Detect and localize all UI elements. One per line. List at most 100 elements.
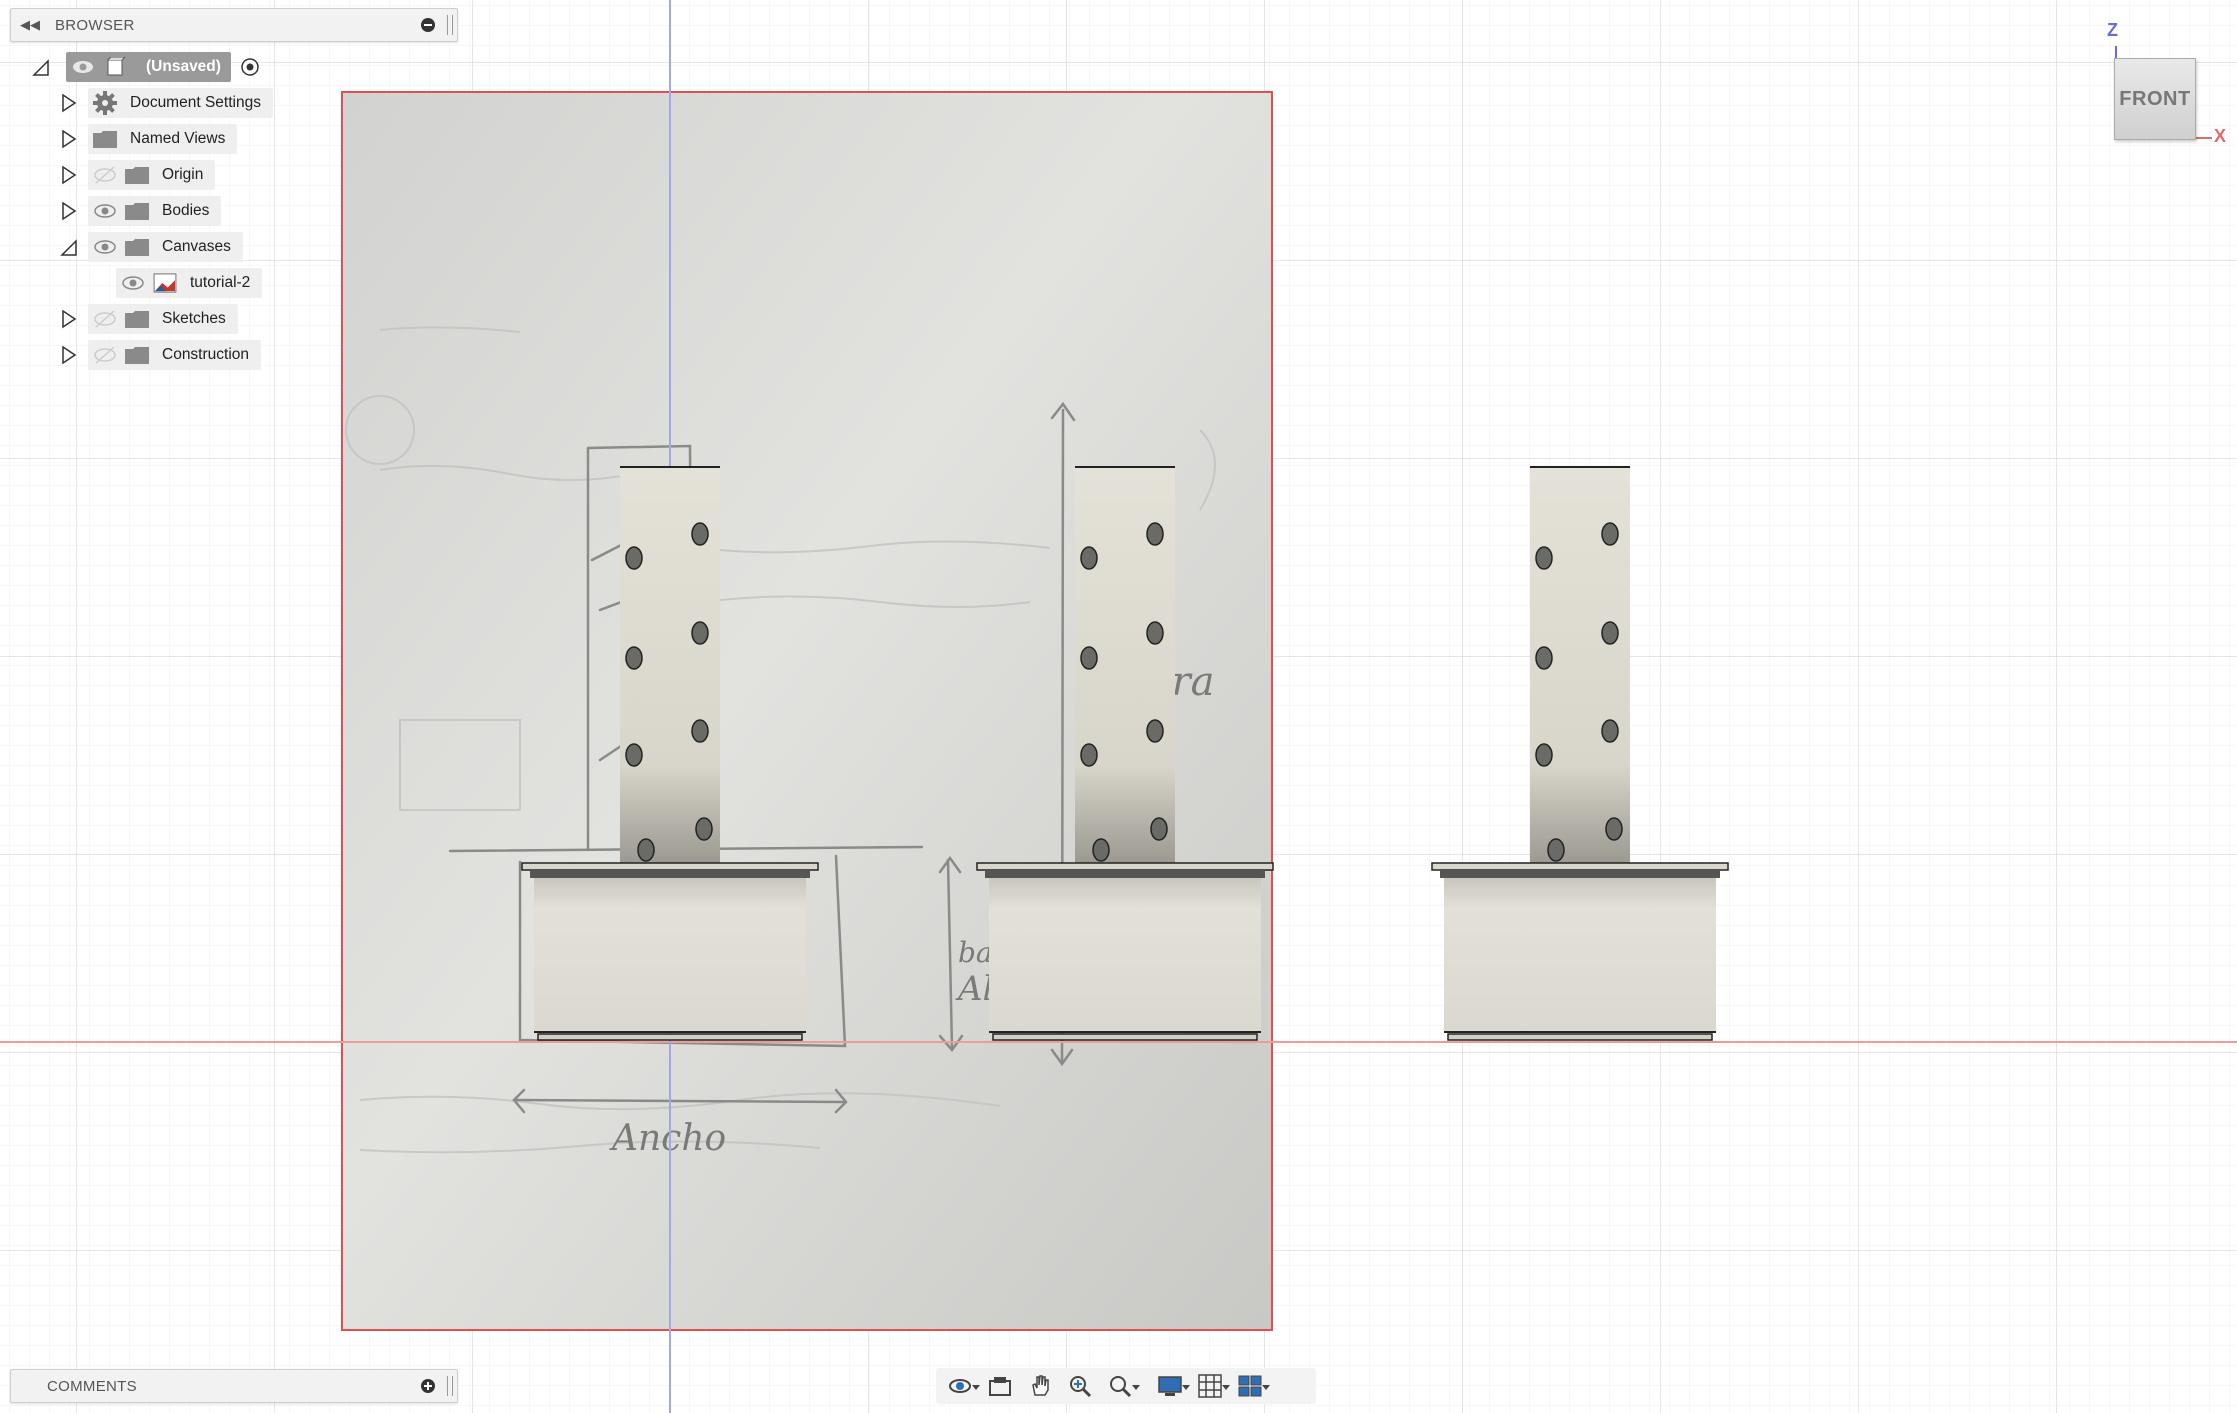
- folder-icon: [125, 167, 149, 184]
- hole: [1601, 719, 1619, 743]
- folder-icon: [125, 203, 149, 220]
- folder-icon: [125, 311, 149, 328]
- minimize-panel-icon[interactable]: [421, 18, 435, 32]
- tree-item-bodies[interactable]: Bodies: [60, 195, 222, 227]
- collapse-panel-icon[interactable]: ◀◀: [17, 17, 43, 33]
- tree-item-origin[interactable]: Origin: [60, 159, 216, 191]
- base-lid-shadow: [530, 870, 810, 878]
- visibility-eye-icon[interactable]: [92, 201, 118, 221]
- tree-item-named-views[interactable]: Named Views: [60, 123, 238, 155]
- bodies-node[interactable]: Bodies: [88, 196, 222, 226]
- display-settings-button[interactable]: [1150, 1370, 1190, 1402]
- tree-item-label: tutorial-2: [190, 274, 251, 291]
- view-cube-face-label: FRONT: [2119, 87, 2191, 110]
- collapse-arrow-icon[interactable]: [60, 237, 78, 257]
- document-settings-node[interactable]: Document Settings: [88, 88, 273, 118]
- panel-resize-grip-icon[interactable]: [447, 1376, 453, 1396]
- design-viewport[interactable]: Altura base Alt/3 Ancho: [0, 0, 2237, 1413]
- visibility-eye-icon[interactable]: [120, 273, 146, 293]
- comments-panel-header[interactable]: COMMENTS: [10, 1369, 458, 1403]
- hole: [625, 546, 643, 570]
- expand-arrow-icon[interactable]: [60, 93, 78, 113]
- expand-arrow-icon[interactable]: [60, 165, 78, 185]
- named-views-node[interactable]: Named Views: [88, 124, 238, 154]
- orbit-icon: [949, 1379, 971, 1393]
- tutorial-2-node[interactable]: tutorial-2: [116, 268, 263, 298]
- z-axis-label: Z: [2107, 20, 2118, 40]
- pan-button[interactable]: [1020, 1370, 1060, 1402]
- hole: [1547, 838, 1565, 862]
- gear-icon: [93, 91, 117, 115]
- tree-item-sketches[interactable]: Sketches: [60, 303, 238, 335]
- zoom-button[interactable]: [1060, 1370, 1100, 1402]
- origin-node[interactable]: Origin: [88, 160, 216, 190]
- hole: [1601, 522, 1619, 546]
- browser-panel-header[interactable]: ◀◀ BROWSER: [10, 8, 458, 42]
- look-at-icon: [989, 1377, 1011, 1396]
- hidden-eye-icon[interactable]: [92, 165, 118, 185]
- base-lid: [976, 862, 1274, 871]
- activate-radio-icon[interactable]: [239, 56, 261, 78]
- hidden-eye-icon[interactable]: [92, 345, 118, 365]
- hole: [1535, 546, 1553, 570]
- panel-resize-grip-icon[interactable]: [447, 15, 453, 35]
- navigation-toolbar: [936, 1368, 1316, 1404]
- tree-item-label: Canvases: [162, 238, 231, 255]
- base-cylinder: [989, 878, 1261, 1032]
- view-cube[interactable]: FRONT: [2114, 58, 2196, 140]
- canvases-node[interactable]: Canvases: [88, 232, 243, 262]
- tree-item-construction[interactable]: Construction: [60, 339, 262, 371]
- folder-icon: [125, 347, 149, 364]
- fit-icon: [1110, 1376, 1132, 1398]
- pan-icon: [1032, 1375, 1049, 1396]
- folder-icon: [93, 131, 117, 148]
- tree-item-canvases[interactable]: Canvases: [60, 231, 243, 263]
- hole: [1535, 646, 1553, 670]
- expand-arrow-icon[interactable]: [60, 129, 78, 149]
- base-foot: [992, 1033, 1258, 1041]
- tree-item-label: Document Settings: [130, 94, 261, 111]
- expand-arrow-icon[interactable]: [60, 309, 78, 329]
- canvas-image-icon: [153, 273, 177, 293]
- fit-button[interactable]: [1100, 1370, 1140, 1402]
- construction-node[interactable]: Construction: [88, 340, 262, 370]
- browser-title: BROWSER: [55, 16, 135, 34]
- base-foot: [1447, 1033, 1713, 1041]
- tree-root[interactable]: (Unsaved): [30, 51, 261, 83]
- visibility-eye-icon[interactable]: [70, 57, 96, 77]
- tree-item-tutorial-2[interactable]: tutorial-2: [116, 267, 263, 299]
- display-settings-icon: [1158, 1376, 1182, 1396]
- tree-item-document-settings[interactable]: Document Settings: [60, 87, 273, 119]
- hole: [1080, 646, 1098, 670]
- base-cylinder: [534, 878, 806, 1032]
- hole: [691, 719, 709, 743]
- hidden-eye-icon[interactable]: [92, 309, 118, 329]
- expand-arrow-icon[interactable]: [60, 345, 78, 365]
- tree-item-label: Origin: [162, 166, 204, 183]
- root-component[interactable]: (Unsaved): [66, 52, 231, 82]
- look-at-button[interactable]: [980, 1370, 1020, 1402]
- grid-settings-button[interactable]: [1190, 1370, 1230, 1402]
- hole: [625, 646, 643, 670]
- viewports-icon: [1238, 1375, 1262, 1397]
- x-axis-label: X: [2214, 126, 2227, 146]
- hole: [691, 621, 709, 645]
- hole: [1605, 817, 1623, 841]
- visibility-eye-icon[interactable]: [92, 237, 118, 257]
- hole: [1146, 719, 1164, 743]
- expand-arrow-icon[interactable]: [60, 201, 78, 221]
- zoom-icon: [1070, 1376, 1092, 1398]
- add-comment-icon[interactable]: [421, 1379, 435, 1393]
- hole: [1146, 522, 1164, 546]
- width-annotation: Ancho: [609, 1118, 726, 1159]
- hole: [637, 838, 655, 862]
- component-icon: [107, 57, 126, 76]
- base-lid-shadow: [1440, 870, 1720, 878]
- viewports-button[interactable]: [1230, 1370, 1270, 1402]
- hole: [1092, 838, 1110, 862]
- orbit-button[interactable]: [940, 1370, 980, 1402]
- hole: [1601, 621, 1619, 645]
- sketches-node[interactable]: Sketches: [88, 304, 238, 334]
- collapse-arrow-icon[interactable]: [32, 57, 50, 77]
- hole: [1150, 817, 1168, 841]
